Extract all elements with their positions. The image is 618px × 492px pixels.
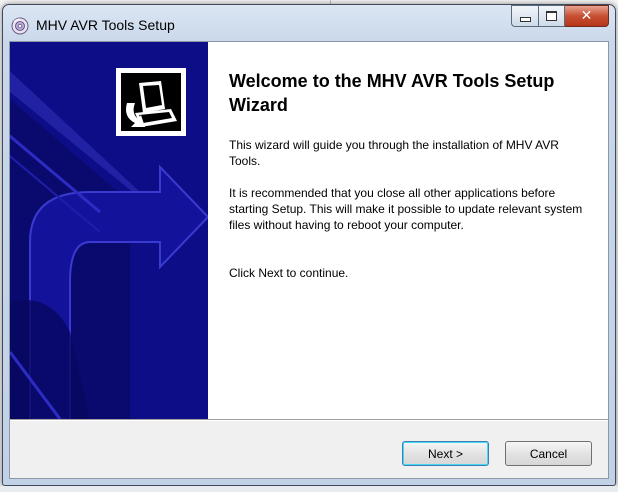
wizard-intro-text: This wizard will guide you through the i… [229,138,559,168]
background-window-strip [0,486,618,492]
installer-computer-icon [121,73,181,131]
title-bar[interactable]: MHV AVR Tools Setup ✕ [3,5,615,41]
welcome-page: Welcome to the MHV AVR Tools Setup Wizar… [10,42,608,419]
installer-disc-icon [11,17,29,35]
maximize-button[interactable] [538,5,565,27]
wizard-continue-text: Click Next to continue. [229,266,349,280]
wizard-recommendation-text: It is recommended that you close all oth… [229,186,583,232]
next-button[interactable]: Next > [402,441,489,466]
installer-logo [116,68,186,136]
minimize-icon [519,16,531,22]
minimize-button[interactable] [511,5,538,27]
close-button[interactable]: ✕ [565,5,609,27]
caption-buttons: ✕ [511,5,609,27]
setup-dialog: MHV AVR Tools Setup ✕ Welcome to the MHV… [2,4,616,486]
window-title: MHV AVR Tools Setup [36,17,175,33]
dialog-client-area: Welcome to the MHV AVR Tools Setup Wizar… [9,41,609,479]
wizard-sidebar-banner [10,42,208,419]
cancel-button[interactable]: Cancel [505,441,592,466]
footer-divider-highlight [10,420,608,421]
maximize-icon [546,11,557,21]
wizard-heading: Welcome to the MHV AVR Tools Setup Wizar… [229,71,555,115]
close-icon: ✕ [580,8,593,24]
